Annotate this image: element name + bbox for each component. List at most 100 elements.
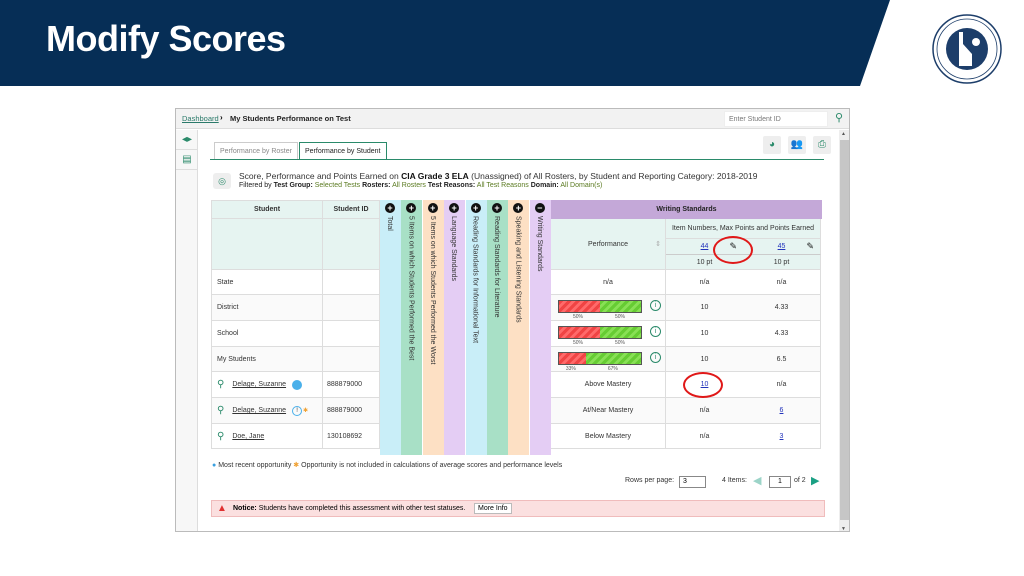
legend-most-recent: Most recent opportunity xyxy=(218,462,292,469)
scroll-up-icon[interactable]: ▲ xyxy=(841,131,846,137)
student-name-link[interactable]: Doe, Jane xyxy=(232,433,264,440)
sort-icon[interactable]: ⇕ xyxy=(655,240,661,248)
item-score: 10 xyxy=(700,330,709,337)
report-filters: Filtered by Test Group: Selected Tests R… xyxy=(239,182,602,189)
column-header-student-id[interactable]: Student ID xyxy=(323,200,380,219)
student-detail-icon[interactable]: ⚲ xyxy=(217,405,224,416)
expand-category-icon[interactable]: + xyxy=(513,203,524,213)
column-header-student[interactable]: Student xyxy=(211,200,323,219)
item-score-cell: 3 xyxy=(743,424,821,449)
student-id-search-input[interactable]: Enter Student ID xyxy=(724,111,828,127)
rows-per-page-input[interactable]: 3 xyxy=(679,476,706,488)
item-count: 4 Items: xyxy=(722,477,747,484)
performance-bar-below-segment xyxy=(559,327,600,338)
item-score-cell: n/a xyxy=(743,270,821,295)
performance-bar-above-segment xyxy=(586,353,641,364)
filter-label: Rosters: xyxy=(362,182,391,189)
clipboard-icon[interactable]: ▤ xyxy=(176,150,198,170)
most-recent-icon: ● xyxy=(212,462,217,469)
scroll-down-icon[interactable]: ▼ xyxy=(841,526,846,531)
performance-bar-above-segment xyxy=(600,327,641,338)
performance-info-icon[interactable]: i xyxy=(650,300,661,311)
item-score: n/a xyxy=(776,278,787,286)
student-id-cell: 888879000 xyxy=(323,372,380,398)
print-icon[interactable]: ⎙ xyxy=(813,136,831,154)
performance-info-icon[interactable]: i xyxy=(650,352,661,363)
expand-collapse-icon[interactable]: ◂▸ xyxy=(176,130,198,150)
filters-lead: Filtered by xyxy=(239,182,272,189)
report-info-icon[interactable]: ◎ xyxy=(213,173,231,189)
excluded-star-icon: ✱ xyxy=(293,462,300,469)
performance-label: Performance xyxy=(587,240,629,248)
collapse-category-icon[interactable]: − xyxy=(534,203,545,213)
student-name-link[interactable]: Delage, Suzanne xyxy=(232,381,286,388)
performance-bar-below-segment xyxy=(559,301,600,312)
performance-cell: 50% 50% i xyxy=(551,321,666,347)
annotation-circle-score xyxy=(683,372,723,398)
breadcrumb-dashboard-link[interactable]: Dashboard xyxy=(182,114,219,123)
expand-category-icon[interactable]: + xyxy=(385,203,395,213)
report-title: Score, Performance and Points Earned on … xyxy=(239,171,757,181)
category-label: Reading Standards for Literature xyxy=(493,216,500,318)
category-label: 5 Items on which Students Performed the … xyxy=(428,216,436,365)
item-number-link[interactable]: 45 xyxy=(778,243,786,250)
student-id-cell xyxy=(323,321,380,347)
tab-divider xyxy=(210,159,824,160)
item-max-points: 10 pt xyxy=(743,255,821,270)
expand-category-icon[interactable]: + xyxy=(449,203,460,213)
expand-category-icon[interactable]: + xyxy=(406,203,417,213)
opportunity-info-icon: ! xyxy=(292,405,303,416)
student-id-cell: 130108692 xyxy=(323,424,380,449)
excluded-star-icon: ✱ xyxy=(303,408,309,414)
performance-info-icon[interactable]: i xyxy=(650,326,661,337)
expand-category-icon[interactable]: + xyxy=(492,203,502,213)
student-detail-icon[interactable]: ⚲ xyxy=(217,379,224,390)
annotation-circle-edit xyxy=(713,236,753,264)
scrollbar-thumb[interactable] xyxy=(840,140,849,520)
row-label: State xyxy=(217,278,234,286)
item-score-link[interactable]: 6 xyxy=(780,407,784,414)
row-label: District xyxy=(217,304,239,311)
category-column-5-items-on-which-students-performed-the-best: +5 Items on which Students Performed the… xyxy=(401,200,423,455)
performance-bar xyxy=(558,300,642,313)
vertical-scrollbar[interactable]: ▲ ▼ xyxy=(839,130,849,531)
row-label: School xyxy=(217,330,239,337)
page-number-input[interactable]: 1 xyxy=(769,476,791,488)
item-number-link[interactable]: 44 xyxy=(701,243,709,250)
slide-banner: Modify Scores xyxy=(0,0,1024,86)
item-score-cell: n/a xyxy=(666,424,744,449)
filter-value: All Rosters xyxy=(392,182,426,189)
search-icon[interactable]: ⚲ xyxy=(830,111,848,127)
student-id-cell xyxy=(323,347,380,372)
idaho-education-seal-icon xyxy=(932,14,1002,84)
item-score-cell: 10 xyxy=(666,347,744,372)
performance-column-header[interactable]: Performance ⇕ xyxy=(551,219,666,270)
warning-icon: ▲ xyxy=(217,503,227,514)
student-detail-icon[interactable]: ⚲ xyxy=(217,431,224,442)
users-icon[interactable]: 👥 xyxy=(788,136,806,154)
category-label: Speaking and Listening Standards xyxy=(514,216,522,323)
pie-chart-icon[interactable]: ◕ xyxy=(763,136,781,154)
category-column-speaking-and-listening-standards: + Speaking and Listening Standards xyxy=(508,200,530,455)
row-label: My Students xyxy=(217,355,256,363)
edit-pencil-icon[interactable]: ✎ xyxy=(806,241,814,252)
expand-category-icon[interactable]: + xyxy=(427,203,438,213)
tab-performance-by-roster[interactable]: Performance by Roster xyxy=(214,142,298,160)
item-score-cell: n/a xyxy=(666,398,744,424)
student-id-cell xyxy=(323,270,380,295)
more-info-button[interactable]: More Info xyxy=(474,503,512,514)
category-column-total: + Total xyxy=(380,200,401,455)
student-name-link[interactable]: Delage, Suzanne xyxy=(232,407,286,414)
report-test-name: CIA Grade 3 ELA xyxy=(401,171,469,181)
page-total: of 2 xyxy=(794,477,806,484)
tab-performance-by-student[interactable]: Performance by Student xyxy=(299,142,387,160)
rows-per-page-label: Rows per page: xyxy=(625,477,675,484)
previous-page-icon[interactable]: ◀ xyxy=(753,474,761,487)
bar-label-above: 50% xyxy=(615,340,626,346)
notice-text: Students have completed this assessment … xyxy=(258,505,466,512)
performance-bar xyxy=(558,326,642,339)
expand-category-icon[interactable]: + xyxy=(470,203,481,213)
item-score-link[interactable]: 3 xyxy=(780,433,784,440)
next-page-icon[interactable]: ▶ xyxy=(811,474,819,487)
performance-cell: 50% 50% i xyxy=(551,295,666,321)
